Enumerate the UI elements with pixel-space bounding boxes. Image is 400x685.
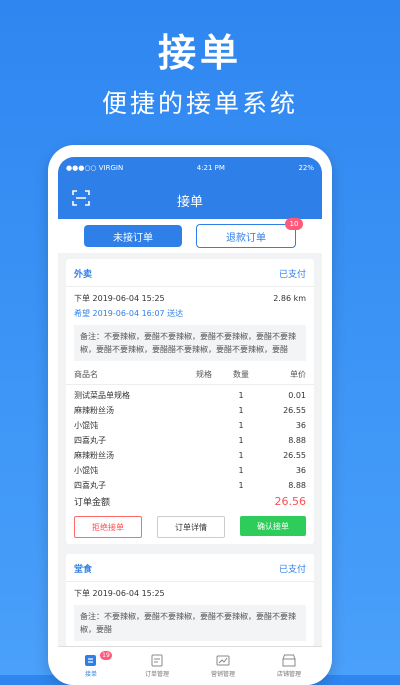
status-bar: ●●●○○ VIRGIN 4:21 PM 22% <box>58 157 322 179</box>
battery-label: 22% <box>298 164 314 172</box>
tabbar-label: 接单 <box>84 671 97 678</box>
item-price: 8.88 <box>288 436 306 445</box>
item-name: 麻辣粉丝汤 <box>74 451 114 460</box>
tabbar-item-orders[interactable]: 订单管理 <box>124 647 190 685</box>
item-name: 四喜丸子 <box>74 481 106 490</box>
item-qty: 1 <box>238 436 244 445</box>
accept-order-button[interactable]: 确认接单 <box>240 516 306 536</box>
item-name: 测试菜品单规格 <box>74 391 130 400</box>
order-card: 堂食 已支付 下单 2019-06-04 15:25 备注：不要辣椒，要醋不要辣… <box>66 554 314 647</box>
order-tabs: 未接订单 退款订单 10 <box>58 218 322 253</box>
tab-pending-orders[interactable]: 未接订单 <box>84 225 182 247</box>
item-row: 麻辣粉丝汤 1 26.55 <box>74 403 306 418</box>
item-row: 四喜丸子 1 8.88 <box>74 433 306 448</box>
item-name: 小馄饨 <box>74 466 98 475</box>
tabbar-label: 店铺管理 <box>276 671 301 678</box>
order-note: 备注：不要辣椒，要醋不要辣椒，要醋不要辣椒，要醋不要辣椒，要醋 <box>74 605 306 641</box>
item-row: 测试菜品单规格 1 0.01 <box>74 388 306 403</box>
items-table-header: 商品名 规格 数量 单价 <box>74 369 306 380</box>
total-label: 订单金额 <box>74 498 111 508</box>
header-price: 单价 <box>290 370 306 379</box>
item-qty: 1 <box>238 391 244 400</box>
tabbar-item-receive[interactable]: 19 接单 <box>58 647 124 685</box>
tab-label: 退款订单 <box>226 232 266 244</box>
divider <box>66 384 314 385</box>
order-card: 外卖 已支付 下单 2019-06-04 15:25 2.86 km 希望 20… <box>66 259 314 544</box>
shop-icon <box>282 654 296 667</box>
order-actions: 拒绝接单 订单详情 确认接单 <box>74 516 306 538</box>
clock-label: 4:21 PM <box>196 164 225 172</box>
order-receive-icon <box>85 655 96 666</box>
item-price: 0.01 <box>288 391 306 400</box>
item-qty: 1 <box>238 481 244 490</box>
marketing-icon <box>216 655 230 666</box>
page-title: 接单 <box>176 195 203 210</box>
refund-count-badge: 10 <box>285 218 303 230</box>
item-price: 26.55 <box>283 451 306 460</box>
order-type: 堂食 <box>74 565 93 575</box>
reject-order-button[interactable]: 拒绝接单 <box>74 516 142 538</box>
item-name: 麻辣粉丝汤 <box>74 406 114 415</box>
item-qty: 1 <box>238 421 244 430</box>
item-price: 36 <box>295 421 306 430</box>
order-type: 外卖 <box>74 270 93 280</box>
order-detail-button[interactable]: 订单详情 <box>157 516 225 538</box>
order-total: 订单金额 26.56 <box>74 495 306 508</box>
item-qty: 1 <box>238 451 244 460</box>
order-time: 下单 2019-06-04 15:25 <box>74 294 165 303</box>
header-qty: 数量 <box>233 370 249 379</box>
tab-refund-orders[interactable]: 退款订单 10 <box>196 218 303 248</box>
expected-delivery-time: 希望 2019-06-04 16:07 送达 <box>74 309 184 318</box>
item-price: 36 <box>295 466 306 475</box>
order-note: 备注：不要辣椒，要醋不要辣椒，要醋不要辣椒，要醋不要辣椒，要醋不要辣椒，要醋醋不… <box>74 325 306 361</box>
phone-frame: ●●●○○ VIRGIN 4:21 PM 22% 接单 未接订单 退款订单 10 <box>48 145 332 685</box>
tab-label: 未接订单 <box>113 232 153 244</box>
tabbar-label: 营销管理 <box>210 671 235 678</box>
tabbar-label: 订单管理 <box>144 671 169 678</box>
header-name: 商品名 <box>74 370 98 379</box>
app-screen: ●●●○○ VIRGIN 4:21 PM 22% 接单 未接订单 退款订单 10 <box>58 157 322 685</box>
hero-title: 接单 <box>157 31 242 75</box>
order-manage-icon <box>151 654 163 667</box>
total-amount: 26.56 <box>274 495 307 508</box>
payment-status: 已支付 <box>278 270 306 280</box>
payment-status: 已支付 <box>278 565 306 575</box>
item-row: 小馄饨 1 36 <box>74 463 306 478</box>
order-time: 下单 2019-06-04 15:25 <box>74 589 165 598</box>
item-qty: 1 <box>238 466 244 475</box>
divider <box>66 581 314 582</box>
delivery-distance: 2.86 km <box>273 294 306 303</box>
item-name: 小馄饨 <box>74 421 98 430</box>
nav-bar: 接单 <box>58 179 322 219</box>
item-row: 四喜丸子 1 8.88 <box>74 478 306 493</box>
tabbar-item-shop[interactable]: 店铺管理 <box>256 647 322 685</box>
item-price: 8.88 <box>288 481 306 490</box>
bottom-tab-bar: 19 接单 订单管理 营销管理 店铺管理 <box>58 646 322 685</box>
item-row: 麻辣粉丝汤 1 26.55 <box>74 448 306 463</box>
tabbar-item-marketing[interactable]: 营销管理 <box>190 647 256 685</box>
item-qty: 1 <box>238 406 244 415</box>
item-price: 26.55 <box>283 406 306 415</box>
hero-subtitle: 便捷的接单系统 <box>101 89 298 118</box>
divider <box>66 286 314 287</box>
header-spec: 规格 <box>196 370 212 379</box>
item-row: 小馄饨 1 36 <box>74 418 306 433</box>
carrier-label: ●●●○○ VIRGIN <box>66 164 124 172</box>
tabbar-badge: 19 <box>100 651 112 660</box>
item-name: 四喜丸子 <box>74 436 106 445</box>
